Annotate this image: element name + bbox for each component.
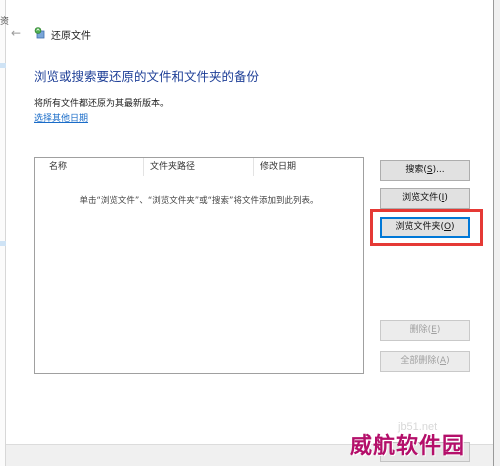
dialog-right-border bbox=[493, 0, 500, 466]
title-bar: ← 还原文件 bbox=[6, 22, 493, 48]
background-selection bbox=[0, 241, 6, 246]
list-header: 名称 文件夹路径 修改日期 bbox=[35, 158, 363, 176]
back-arrow-icon[interactable]: ← bbox=[11, 26, 25, 40]
remove-all-button[interactable]: 全部删除(A) bbox=[380, 351, 470, 372]
choose-other-date-link[interactable]: 选择其他日期 bbox=[34, 111, 88, 124]
window-title: 还原文件 bbox=[51, 31, 91, 42]
column-header-date-modified[interactable]: 修改日期 bbox=[253, 158, 363, 176]
description-text: 将所有文件都还原为其最新版本。 bbox=[34, 99, 170, 109]
browse-files-button[interactable]: 浏览文件(I) bbox=[380, 188, 470, 209]
remove-button[interactable]: 删除(E) bbox=[380, 320, 470, 341]
background-window-edge: 资 bbox=[0, 0, 9, 466]
column-header-name[interactable]: 名称 bbox=[43, 158, 143, 176]
background-selection bbox=[0, 63, 6, 68]
red-highlight-box bbox=[370, 209, 483, 246]
page-heading: 浏览或搜索要还原的文件和文件夹的备份 bbox=[34, 69, 260, 84]
file-list[interactable]: 名称 文件夹路径 修改日期 单击“浏览文件”、“浏览文件夹”或“搜索”将文件添加… bbox=[34, 157, 364, 374]
column-header-folder-path[interactable]: 文件夹路径 bbox=[143, 158, 253, 176]
restore-files-icon bbox=[34, 27, 45, 39]
empty-list-hint: 单击“浏览文件”、“浏览文件夹”或“搜索”将文件添加到此列表。 bbox=[79, 196, 319, 206]
watermark-brand: 威航软件园 bbox=[350, 434, 466, 459]
search-button[interactable]: 搜索(S)... bbox=[380, 160, 470, 181]
